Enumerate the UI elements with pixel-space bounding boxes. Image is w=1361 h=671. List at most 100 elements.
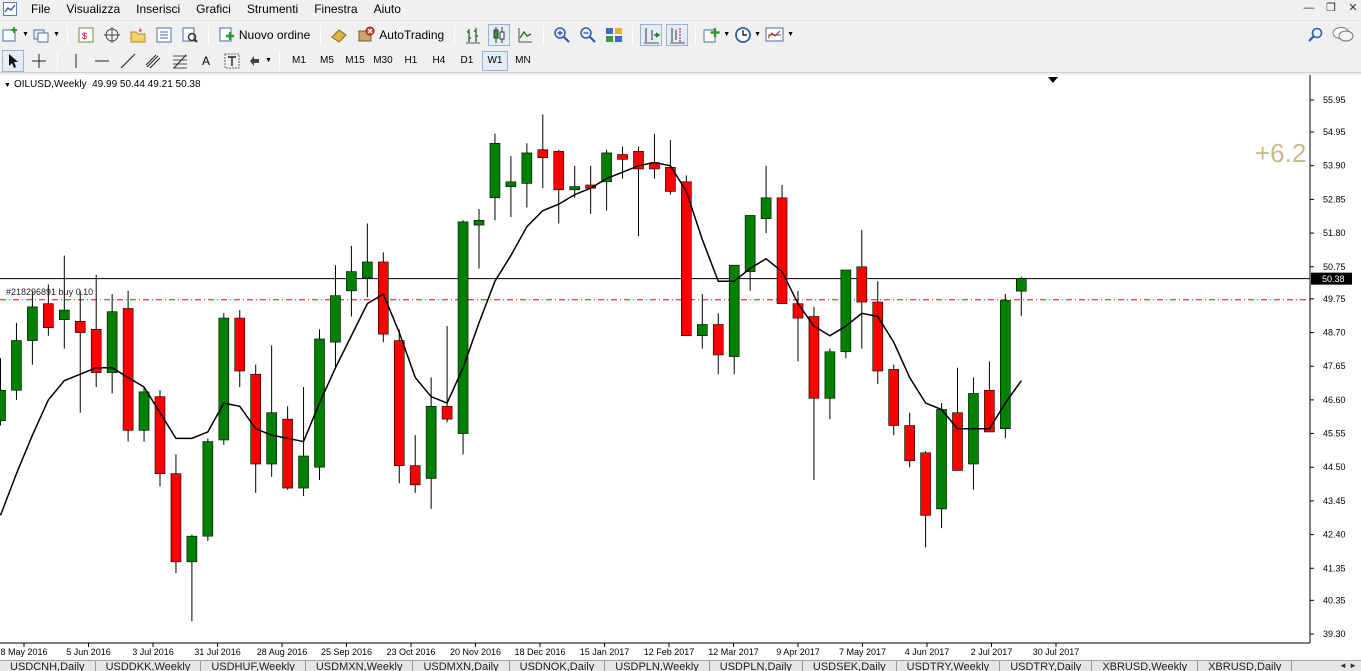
timeframe-h4[interactable]: H4 xyxy=(426,51,452,71)
candle-body xyxy=(0,389,6,422)
data-window-button[interactable] xyxy=(101,24,123,46)
templates-button[interactable]: ▼ xyxy=(765,24,794,46)
line-chart-button[interactable] xyxy=(514,24,536,46)
tile-windows-icon xyxy=(606,27,623,42)
new-chart-button[interactable]: ▼ xyxy=(2,24,29,46)
timeframe-m15[interactable]: M15 xyxy=(342,51,368,71)
timeframe-mn[interactable]: MN xyxy=(510,51,536,71)
vertical-line-button[interactable] xyxy=(65,50,87,72)
text-label-tool-button[interactable] xyxy=(221,50,243,72)
chart-tab[interactable]: USDTRY,Weekly xyxy=(897,661,1001,671)
arrows-tool-button[interactable]: ▼ xyxy=(247,50,272,72)
restore-icon[interactable]: ❐ xyxy=(1320,1,1342,16)
cursor-tool-button[interactable] xyxy=(2,49,24,72)
candle-body xyxy=(1015,278,1027,292)
autotrading-button[interactable]: AutoTrading xyxy=(354,24,447,46)
candle-body xyxy=(521,152,533,184)
minimize-icon[interactable]: — xyxy=(1298,1,1320,16)
equidistant-channel-button[interactable] xyxy=(143,50,165,72)
order-line-label[interactable]: #218296891 buy 0.10 xyxy=(6,287,93,297)
timeframe-m5[interactable]: M5 xyxy=(314,51,340,71)
chart-tab[interactable]: USDDKK,Weekly xyxy=(96,661,202,671)
navigator-button[interactable] xyxy=(127,24,149,46)
toolbar-separator xyxy=(66,24,68,45)
search-button[interactable] xyxy=(1305,24,1327,46)
menu-window[interactable]: Finestra xyxy=(306,0,365,18)
periods-button[interactable]: ▼ xyxy=(734,24,761,46)
trendline-button[interactable] xyxy=(117,50,139,72)
new-order-button[interactable]: Nuovo ordine xyxy=(216,24,313,46)
autoscroll-button[interactable] xyxy=(640,23,663,46)
menu-view[interactable]: Visualizza xyxy=(58,0,128,18)
menu-tools[interactable]: Strumenti xyxy=(239,0,306,18)
svg-text:$: $ xyxy=(82,31,87,41)
profiles-button[interactable]: ▼ xyxy=(33,24,60,46)
candle-body xyxy=(74,320,86,333)
timeframe-m30[interactable]: M30 xyxy=(370,51,396,71)
bar-chart-button[interactable] xyxy=(462,24,484,46)
price-chart[interactable]: 55.95 54.95 53.90 52.85 51.80 50.75 49.75 48.70… xyxy=(0,75,1361,660)
timeframe-d1[interactable]: D1 xyxy=(454,51,480,71)
chart-tab[interactable]: XBRUSD,Daily xyxy=(1198,661,1293,671)
chart-shift-icon xyxy=(670,27,686,43)
indicators-button[interactable]: ▼ xyxy=(703,24,730,46)
indicators-icon xyxy=(703,27,720,42)
chart-area[interactable]: 55.95 54.95 53.90 52.85 51.80 50.75 49.75 48.70… xyxy=(0,75,1361,660)
market-watch-button[interactable]: $ xyxy=(75,24,97,46)
profit-indicator: +6.2 xyxy=(1255,138,1307,168)
text-tool-button[interactable]: A xyxy=(195,50,217,72)
candle-body xyxy=(712,324,724,356)
chart-tab[interactable]: USDTRY,Daily xyxy=(1000,661,1093,671)
candle-body xyxy=(792,303,804,319)
tab-scroll-arrows-icon[interactable]: ◄ ► xyxy=(1339,661,1357,670)
chart-tab[interactable]: USDPLN,Weekly xyxy=(605,661,710,671)
chart-collapse-icon[interactable]: ▼ xyxy=(4,82,11,89)
zoom-in-button[interactable] xyxy=(551,24,573,46)
chart-tab[interactable]: USDPLN,Daily xyxy=(710,661,803,671)
tile-windows-button[interactable] xyxy=(603,24,625,46)
menu-insert[interactable]: Inserisci xyxy=(128,0,188,18)
templates-icon xyxy=(765,27,784,41)
chart-tab[interactable]: USDCNH,Daily xyxy=(0,661,96,671)
current-price-label: 50.38 xyxy=(1322,274,1345,284)
candle-body xyxy=(298,455,309,489)
menu-file[interactable]: File xyxy=(23,0,58,18)
app-icon xyxy=(3,2,17,16)
price-tick-label: 51.80 xyxy=(1323,228,1346,238)
fibonacci-button[interactable] xyxy=(169,50,191,72)
toolbar-separator xyxy=(454,24,456,45)
chart-tab[interactable]: XBRUSD,Weekly xyxy=(1092,661,1199,671)
timeframe-m1[interactable]: M1 xyxy=(286,51,312,71)
timeframe-h1[interactable]: H1 xyxy=(398,51,424,71)
chart-tab[interactable]: USDHUF,Weekly xyxy=(201,661,306,671)
candle-body xyxy=(952,412,963,471)
chart-tab[interactable]: USDMXN,Daily xyxy=(413,661,510,671)
chart-shift-button[interactable] xyxy=(666,23,689,46)
chart-tab[interactable]: USDSEK,Daily xyxy=(803,661,897,671)
strategy-tester-button[interactable] xyxy=(179,24,201,46)
vertical-line-icon xyxy=(75,53,77,68)
chart-tab[interactable]: USDMXN,Weekly xyxy=(306,661,414,671)
menu-help[interactable]: Aiuto xyxy=(366,0,409,18)
candle-body xyxy=(122,308,134,431)
time-tick-label: 3 Jul 2016 xyxy=(132,647,174,657)
horizontal-line-button[interactable] xyxy=(91,50,113,72)
chart-tab[interactable]: USDNOK,Daily xyxy=(510,661,606,671)
menu-charts[interactable]: Grafici xyxy=(188,0,239,18)
candle-body xyxy=(489,142,501,199)
timeframe-w1[interactable]: W1 xyxy=(481,50,508,71)
candlestick-button[interactable] xyxy=(488,23,511,46)
close-icon[interactable]: ✕ xyxy=(1342,1,1361,16)
zoom-out-button[interactable] xyxy=(577,24,599,46)
market-watch-icon: $ xyxy=(78,27,94,42)
candle-body xyxy=(473,219,485,226)
clock-icon xyxy=(735,26,752,43)
metaeditor-button[interactable] xyxy=(328,24,350,46)
terminal-button[interactable] xyxy=(153,24,175,46)
chart-shift-marker-icon[interactable] xyxy=(1048,77,1058,83)
crosshair-tool-button[interactable] xyxy=(28,50,50,72)
chat-button[interactable] xyxy=(1332,24,1354,46)
candle-body xyxy=(11,340,22,391)
candle-body xyxy=(856,266,868,303)
new-order-label: Nuovo ordine xyxy=(238,27,311,42)
